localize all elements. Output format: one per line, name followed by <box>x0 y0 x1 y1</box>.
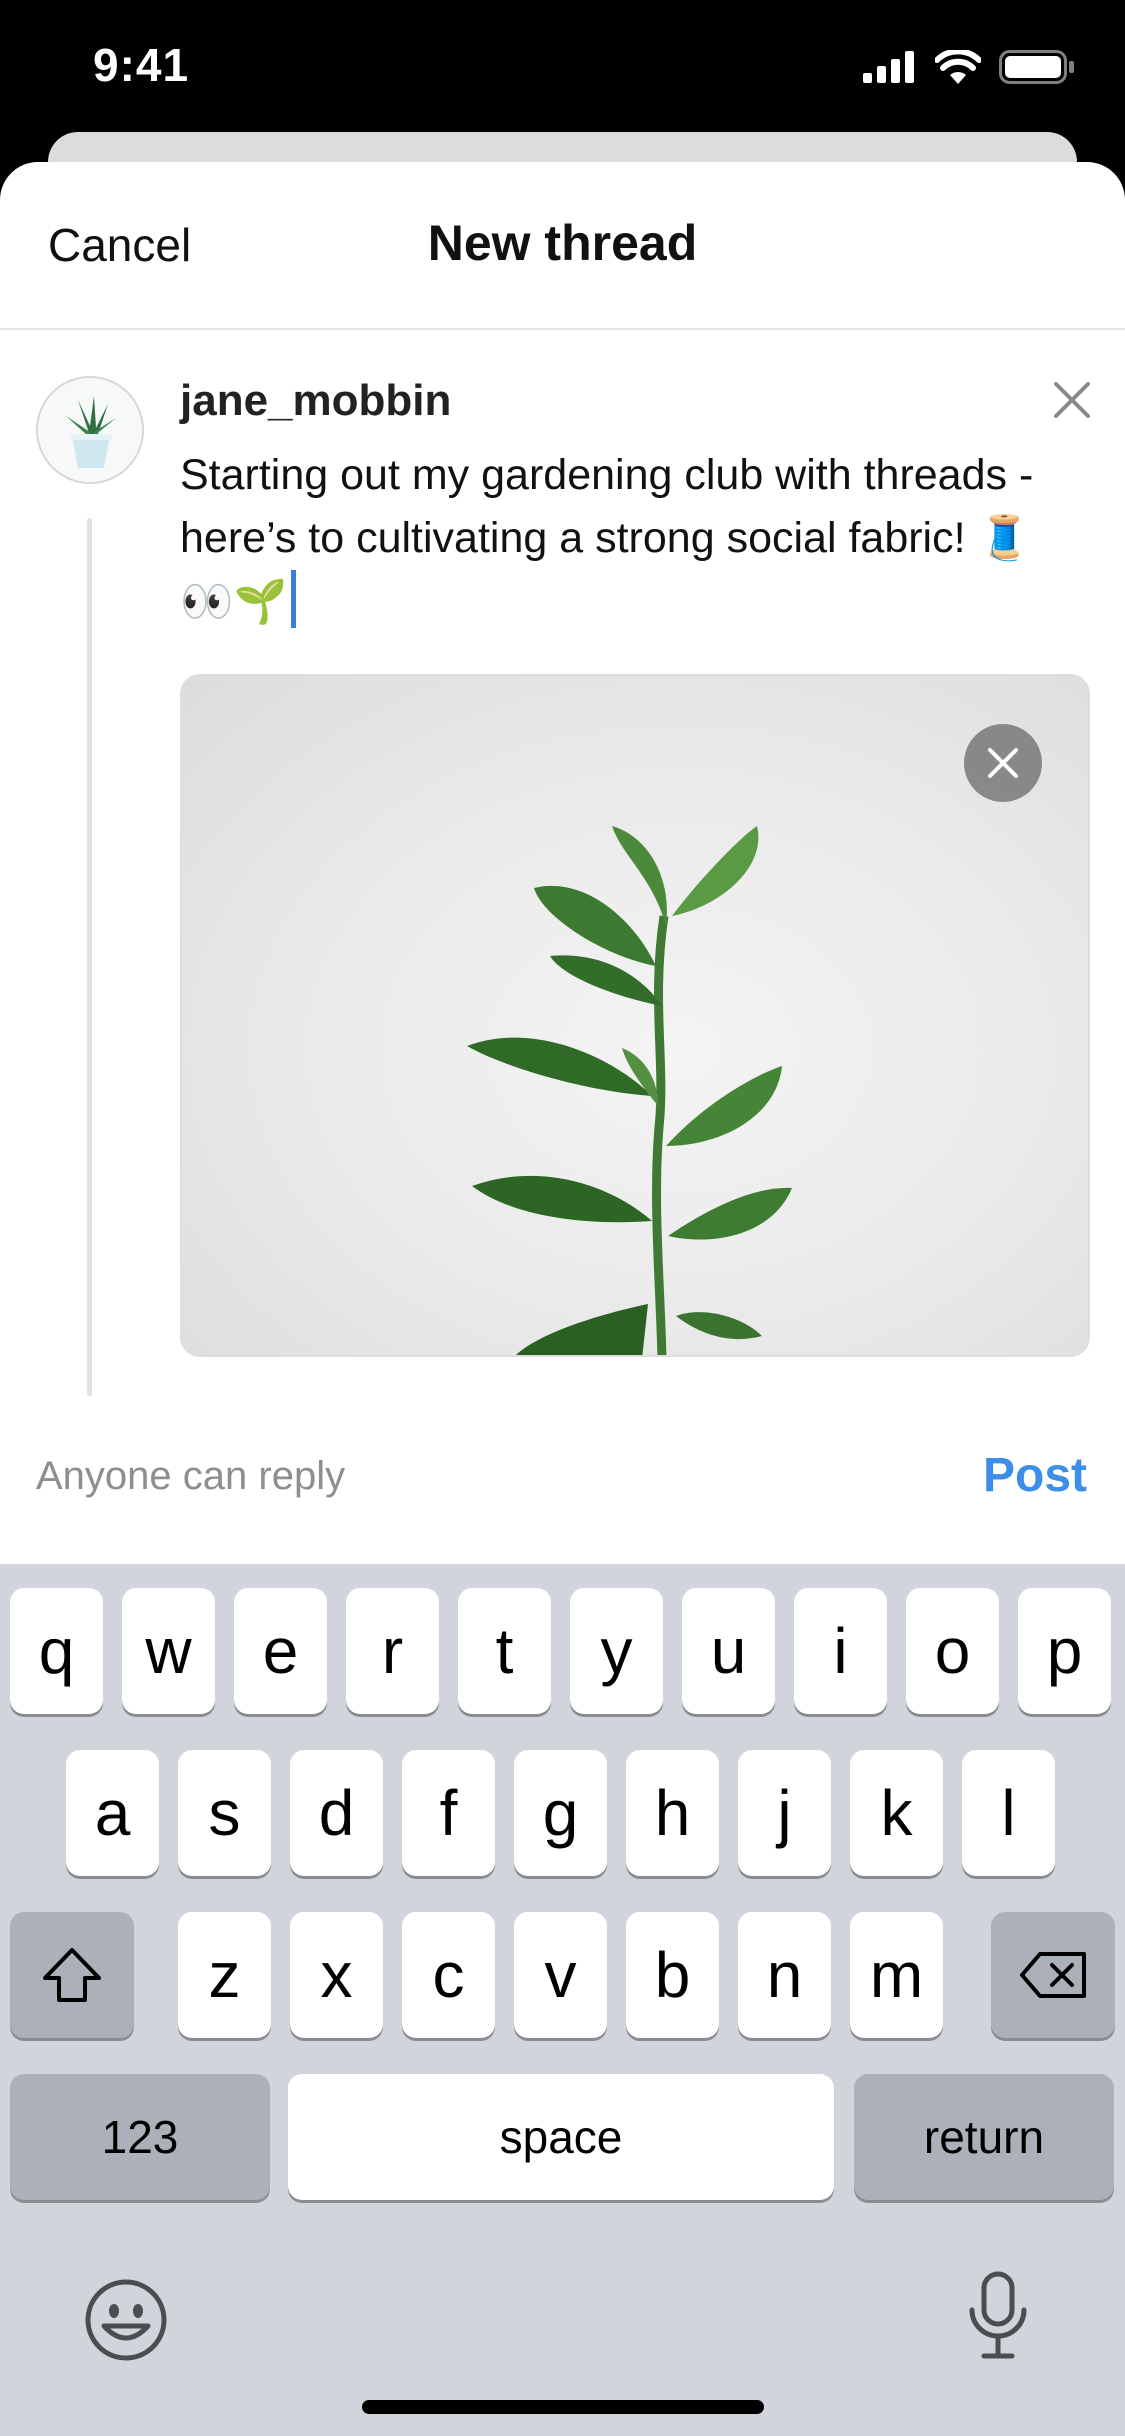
username: jane_mobbin <box>180 376 452 425</box>
keyboard: q w e r t y u i o p a s d f g h j k l z … <box>0 1564 1125 2436</box>
succulent-avatar-image <box>38 378 142 482</box>
key-d[interactable]: d <box>290 1750 383 1876</box>
attached-image <box>180 674 1090 1357</box>
key-g[interactable]: g <box>514 1750 607 1876</box>
key-r[interactable]: r <box>346 1588 439 1714</box>
key-q[interactable]: q <box>10 1588 103 1714</box>
wifi-icon <box>935 50 981 84</box>
key-s[interactable]: s <box>178 1750 271 1876</box>
avatar[interactable] <box>36 376 144 484</box>
status-icons <box>863 50 1075 84</box>
status-bar: 9:41 <box>0 0 1125 140</box>
backspace-icon <box>1020 1952 1086 1998</box>
key-k[interactable]: k <box>850 1750 943 1876</box>
key-h[interactable]: h <box>626 1750 719 1876</box>
plant-image <box>467 826 792 1355</box>
battery-icon <box>999 50 1074 84</box>
key-f[interactable]: f <box>402 1750 495 1876</box>
space-key[interactable]: space <box>288 2074 834 2200</box>
key-z[interactable]: z <box>178 1912 271 2038</box>
key-y[interactable]: y <box>570 1588 663 1714</box>
remove-image-button[interactable] <box>964 724 1042 802</box>
status-time: 9:41 <box>93 39 190 91</box>
signal-icon <box>863 51 914 83</box>
key-e[interactable]: e <box>234 1588 327 1714</box>
key-n[interactable]: n <box>738 1912 831 2038</box>
home-indicator <box>362 2400 764 2414</box>
key-u[interactable]: u <box>682 1588 775 1714</box>
text-caret <box>291 570 297 628</box>
remove-media-icon <box>988 748 1018 778</box>
key-m[interactable]: m <box>850 1912 943 2038</box>
compose-sheet: Cancel New thread jane_mobbin Starting o… <box>0 162 1125 1564</box>
backspace-key[interactable] <box>991 1912 1115 2038</box>
key-o[interactable]: o <box>906 1588 999 1714</box>
shift-icon <box>43 1948 101 2002</box>
microphone-icon[interactable] <box>966 2270 1030 2360</box>
return-key[interactable]: return <box>854 2074 1114 2200</box>
thread-text: Starting out my gardening club with thre… <box>180 451 1034 626</box>
nav-bar: Cancel New thread <box>0 162 1125 330</box>
key-b[interactable]: b <box>626 1912 719 2038</box>
key-l[interactable]: l <box>962 1750 1055 1876</box>
thread-line <box>87 518 92 1396</box>
key-a[interactable]: a <box>66 1750 159 1876</box>
key-t[interactable]: t <box>458 1588 551 1714</box>
key-x[interactable]: x <box>290 1912 383 2038</box>
emoji-icon[interactable] <box>84 2278 168 2362</box>
key-v[interactable]: v <box>514 1912 607 2038</box>
page-title: New thread <box>427 215 698 271</box>
thread-text-input[interactable]: Starting out my gardening club with thre… <box>180 444 1060 634</box>
post-button[interactable]: Post <box>983 1448 1087 1503</box>
key-i[interactable]: i <box>794 1588 887 1714</box>
numbers-key[interactable]: 123 <box>10 2074 270 2200</box>
key-p[interactable]: p <box>1018 1588 1111 1714</box>
key-w[interactable]: w <box>122 1588 215 1714</box>
shift-key[interactable] <box>10 1912 134 2038</box>
key-c[interactable]: c <box>402 1912 495 2038</box>
reply-setting[interactable]: Anyone can reply <box>36 1454 345 1499</box>
close-icon[interactable] <box>1050 378 1094 422</box>
key-j[interactable]: j <box>738 1750 831 1876</box>
